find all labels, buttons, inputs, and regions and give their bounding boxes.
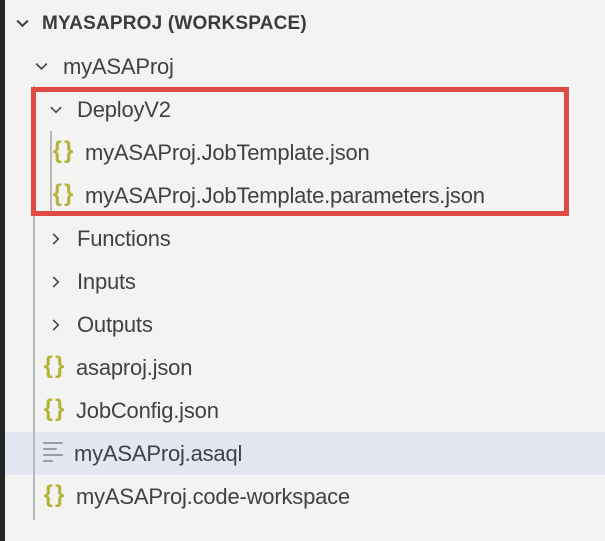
file-tree: MYASAPROJ (WORKSPACE) myASAProj DeployV2… xyxy=(0,2,605,518)
chevron-right-icon[interactable] xyxy=(46,229,66,249)
json-file-icon: {} xyxy=(43,394,67,422)
json-file-icon: {} xyxy=(52,136,76,164)
workspace-header[interactable]: MYASAPROJ (WORKSPACE) xyxy=(0,2,605,45)
text-file-icon xyxy=(43,441,65,466)
tree-item-label: DeployV2 xyxy=(77,96,171,122)
tree-item-label: myASAProj.JobTemplate.parameters.json xyxy=(85,182,485,208)
json-file-icon: {} xyxy=(43,351,67,379)
tree-item-outputs-folder[interactable]: Outputs xyxy=(0,303,605,346)
chevron-down-icon[interactable] xyxy=(31,57,51,77)
tree-item-label: asaproj.json xyxy=(76,354,193,380)
panel-left-edge xyxy=(0,0,5,541)
tree-item-code-workspace[interactable]: {} myASAProj.code-workspace xyxy=(0,475,605,518)
json-file-icon: {} xyxy=(43,480,67,508)
chevron-down-icon[interactable] xyxy=(46,100,66,120)
tree-item-asaql-file[interactable]: myASAProj.asaql xyxy=(0,432,605,475)
tree-item-label: Outputs xyxy=(77,311,153,337)
tree-item-label: myASAProj.asaql xyxy=(74,440,243,466)
explorer-panel: MYASAPROJ (WORKSPACE) myASAProj DeployV2… xyxy=(0,0,605,541)
tree-item-asaproj-json[interactable]: {} asaproj.json xyxy=(0,346,605,389)
tree-item-label: myASAProj xyxy=(63,53,174,79)
tree-item-label: Functions xyxy=(77,225,171,251)
tree-item-myasaproj-folder[interactable]: myASAProj xyxy=(0,45,605,88)
indent-guide-level1 xyxy=(33,86,35,520)
tree-item-functions-folder[interactable]: Functions xyxy=(0,217,605,260)
indent-guide-level2 xyxy=(50,131,52,213)
tree-item-jobconfig-json[interactable]: {} JobConfig.json xyxy=(0,389,605,432)
tree-item-inputs-folder[interactable]: Inputs xyxy=(0,260,605,303)
tree-item-deployv2-folder[interactable]: DeployV2 xyxy=(0,88,605,131)
json-file-icon: {} xyxy=(52,179,76,207)
workspace-header-label: MYASAPROJ (WORKSPACE) xyxy=(42,12,307,34)
tree-item-label: JobConfig.json xyxy=(76,397,219,423)
tree-item-label: Inputs xyxy=(77,268,136,294)
tree-item-label: myASAProj.JobTemplate.json xyxy=(85,139,370,165)
tree-item-label: myASAProj.code-workspace xyxy=(76,483,350,509)
tree-item-jobtemplate-parameters-json[interactable]: {} myASAProj.JobTemplate.parameters.json xyxy=(0,174,605,217)
chevron-right-icon[interactable] xyxy=(46,315,66,335)
chevron-down-icon[interactable] xyxy=(12,14,32,34)
tree-item-jobtemplate-json[interactable]: {} myASAProj.JobTemplate.json xyxy=(0,131,605,174)
chevron-right-icon[interactable] xyxy=(46,272,66,292)
